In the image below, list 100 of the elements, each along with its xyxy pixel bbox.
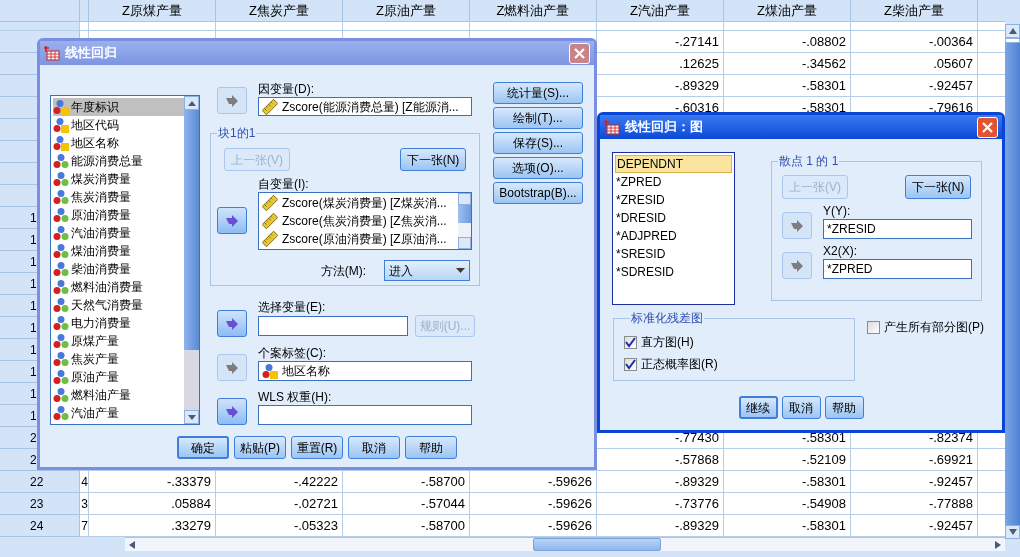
- list-item[interactable]: *SRESID: [615, 245, 732, 263]
- input-field[interactable]: *ZPRED: [823, 259, 972, 279]
- table-cell: -.92457: [851, 471, 978, 493]
- input-field[interactable]: *ZRESID: [823, 219, 972, 239]
- string-variable-icon: [53, 135, 69, 151]
- table-cell: -.33379: [89, 471, 216, 493]
- scroll-up-icon[interactable]: [1008, 28, 1017, 34]
- move-arrow-button[interactable]: [217, 310, 247, 337]
- list-item[interactable]: *ADJPRED: [615, 227, 732, 245]
- dialog-button[interactable]: 帮助: [405, 436, 457, 459]
- horizontal-scrollbar[interactable]: [125, 537, 1005, 551]
- method-dropdown[interactable]: 进入: [384, 260, 470, 281]
- string-variable-icon: [53, 117, 69, 133]
- list-item[interactable]: 地区名称: [53, 134, 184, 152]
- dialog-button[interactable]: 重置(R): [291, 436, 343, 459]
- vertical-scrollbar[interactable]: [184, 96, 199, 424]
- dialog-button[interactable]: 保存(S)...: [493, 132, 583, 154]
- ruler-icon: [262, 195, 278, 211]
- scrollbar-thumb[interactable]: [1005, 38, 1020, 43]
- list-item[interactable]: *DRESID: [615, 209, 732, 227]
- checkbox[interactable]: [867, 321, 880, 334]
- move-arrow-button[interactable]: [217, 398, 247, 425]
- checkbox[interactable]: [624, 357, 637, 371]
- scale-variable-icon: [53, 189, 69, 205]
- column-header: [80, 0, 89, 22]
- list-item[interactable]: 地区代码: [53, 116, 184, 134]
- scrollbar-thumb[interactable]: [184, 110, 199, 350]
- list-item[interactable]: DEPENDNT: [615, 155, 732, 173]
- input-field[interactable]: 地区名称: [258, 361, 472, 381]
- list-item[interactable]: Zscore(原油消费量) [Z原油消...: [262, 230, 458, 248]
- dialog-button[interactable]: 粘贴(P): [234, 436, 286, 459]
- scale-variable-icon: [53, 333, 69, 349]
- table-cell: -.34562: [724, 53, 851, 75]
- table-cell: -.77888: [851, 493, 978, 515]
- table-cell: -.73776: [597, 493, 724, 515]
- dialog-button[interactable]: 统计量(S)...: [493, 82, 583, 104]
- dialog-button[interactable]: 取消: [781, 396, 821, 419]
- row-header: 22: [0, 471, 80, 493]
- field-label: 选择变量(E):: [258, 300, 327, 315]
- table-cell: -.58301: [724, 75, 851, 97]
- scale-variable-icon: [53, 405, 69, 421]
- checkbox[interactable]: [624, 335, 637, 349]
- scroll-down-icon[interactable]: [187, 414, 196, 420]
- arrow-icon: [225, 361, 239, 374]
- scale-variable-icon: [53, 207, 69, 223]
- dialog-button[interactable]: 绘制(T)...: [493, 107, 583, 129]
- dialog-button[interactable]: 帮助: [824, 396, 864, 419]
- column-header: Z焦炭产量: [216, 0, 343, 22]
- list-item[interactable]: *ZPRED: [615, 173, 732, 191]
- column-header: Z柴油产量: [851, 0, 978, 22]
- scale-variable-icon: [53, 351, 69, 367]
- scroll-down-icon[interactable]: [1008, 529, 1017, 535]
- column-header: Z汽油产量: [597, 0, 724, 22]
- input-field[interactable]: [258, 316, 408, 336]
- scale-variable-icon: [53, 153, 69, 169]
- list-item[interactable]: 能源消费总量: [53, 152, 184, 170]
- list-item[interactable]: *SDRESID: [615, 263, 732, 281]
- list-item[interactable]: *ZRESID: [615, 191, 732, 209]
- ruler-icon: [262, 213, 278, 229]
- list-item[interactable]: 焦炭消费量: [53, 188, 184, 206]
- dialog-button[interactable]: 继续: [738, 396, 778, 419]
- column-header: Z原煤产量: [89, 0, 216, 22]
- table-cell: -.00364: [851, 31, 978, 53]
- list-item[interactable]: Zscore(焦炭消费量) [Z焦炭消...: [262, 212, 458, 230]
- dialog-button[interactable]: 确定: [177, 436, 229, 459]
- dialog-button[interactable]: 取消: [348, 436, 400, 459]
- table-cell: -.52109: [724, 449, 851, 471]
- scrollbar-thumb[interactable]: [533, 538, 661, 551]
- checkbox-label: 产生所有部分图(P): [884, 321, 984, 334]
- table-cell: -.59626: [470, 493, 597, 515]
- close-button[interactable]: [569, 42, 590, 64]
- dialog-button[interactable]: 下一张(N): [400, 148, 466, 171]
- input-field[interactable]: [258, 405, 472, 425]
- scroll-up-icon[interactable]: [187, 100, 196, 106]
- dialog-button[interactable]: 选项(O)...: [493, 157, 583, 179]
- dialog-button[interactable]: Bootstrap(B)...: [493, 182, 583, 204]
- field-label: X2(X):: [823, 244, 858, 259]
- input-field[interactable]: Zscore(能源消费总量) [Z能源消...: [258, 97, 472, 116]
- string-variable-icon: [53, 99, 69, 115]
- app-icon: [44, 45, 60, 61]
- column-header: Z原油产量: [343, 0, 470, 22]
- vertical-scrollbar[interactable]: [458, 193, 471, 249]
- list-item[interactable]: Zscore(煤炭消费量) [Z煤炭消...: [262, 194, 458, 212]
- check-icon: [625, 336, 636, 348]
- dialog-button[interactable]: 下一张(N): [905, 175, 971, 199]
- scale-variable-icon: [53, 243, 69, 259]
- checkbox-label: 正态概率图(R): [641, 356, 718, 373]
- list-item[interactable]: 煤炭消费量: [53, 170, 184, 188]
- scale-variable-icon: [53, 261, 69, 277]
- table-cell: -.08802: [724, 31, 851, 53]
- list-item[interactable]: 年度标识: [53, 98, 184, 116]
- field-label: 自变量(I):: [258, 177, 310, 192]
- scale-variable-icon: [53, 279, 69, 295]
- move-arrow-button[interactable]: [217, 207, 247, 234]
- field-label: 方法(M):: [320, 262, 366, 280]
- scroll-left-icon[interactable]: [129, 540, 135, 549]
- table-cell: -.59626: [470, 471, 597, 493]
- close-button[interactable]: [977, 116, 998, 138]
- scale-variable-icon: [53, 369, 69, 385]
- scroll-right-icon[interactable]: [995, 540, 1001, 549]
